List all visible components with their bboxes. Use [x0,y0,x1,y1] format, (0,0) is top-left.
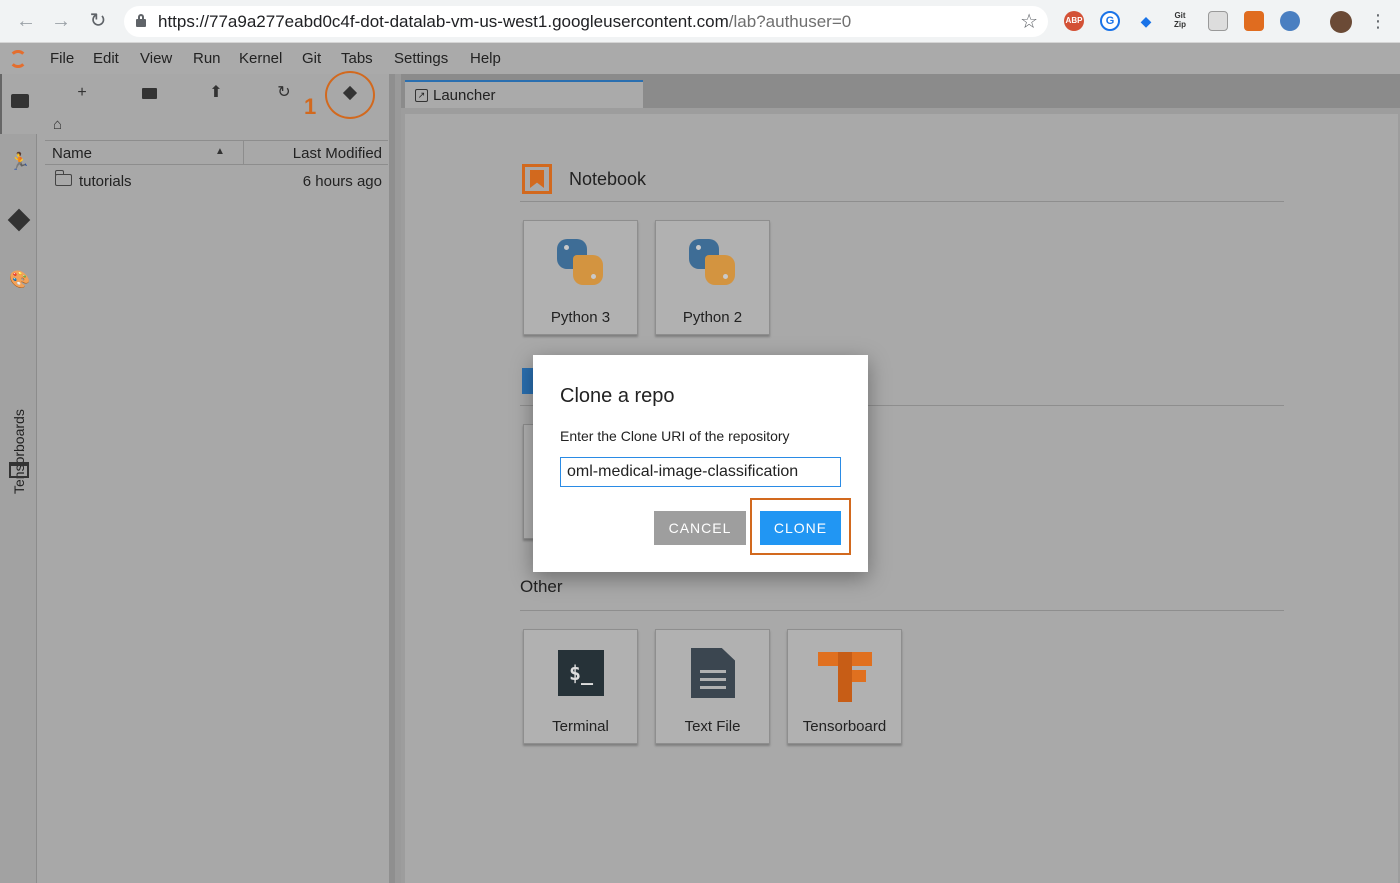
refresh-button[interactable]: ↻ [272,82,296,104]
back-icon[interactable]: ← [14,9,38,33]
column-modified-header[interactable]: Last Modified [293,145,382,162]
url-path: /lab?authuser=0 [728,12,852,31]
url-host: https://77a9a277eabd0c4f-dot-datalab-vm-… [158,12,729,31]
tensorflow-icon [818,644,872,702]
python-logo-lower [573,255,603,285]
lock-icon [136,14,146,27]
palette-icon[interactable]: 🎨 [9,270,30,290]
launcher-icon: ↗ [415,89,428,102]
menu-tabs[interactable]: Tabs [341,50,373,67]
card-label: Python 3 [550,309,611,326]
upload-button[interactable]: ⬆ [204,82,228,104]
launcher-card-python3[interactable]: Python 3 [523,220,638,335]
menu-file[interactable]: File [50,50,74,67]
column-divider[interactable] [243,141,244,165]
new-launcher-button[interactable]: + [70,82,94,104]
tab-launcher[interactable]: ↗ Launcher [405,80,643,108]
side-tab-files[interactable] [0,74,37,134]
folder-icon [11,94,29,108]
window-shape [9,462,29,478]
git-icon[interactable] [7,208,31,232]
side-tab-tensorboards[interactable]: Tensorboards [11,409,27,494]
grammarly-extension-icon[interactable]: G [1100,11,1120,31]
column-name-header[interactable]: Name [52,145,92,162]
git-zip-extension-icon[interactable]: Git Zip [1170,11,1190,31]
menu-git[interactable]: Git [302,50,321,67]
address-bar[interactable]: https://77a9a277eabd0c4f-dot-datalab-vm-… [124,6,1048,37]
profile-avatar[interactable] [1330,11,1352,33]
file-browser-panel: + ⬆ ↻ 1 ⌂ Name ▲ Last Modified tutorials… [37,71,395,883]
forward-icon[interactable]: → [49,9,73,33]
cancel-button[interactable]: CANCEL [654,511,746,545]
git-diamond-shape [7,208,31,232]
notebook-section-icon [522,164,552,194]
menu-view[interactable]: View [140,50,172,67]
tab-strip: ↗ Launcher [401,74,1400,108]
menu-help[interactable]: Help [470,50,501,67]
file-modified: 6 hours ago [302,173,382,190]
menu-edit[interactable]: Edit [93,50,119,67]
notebook-section-title: Notebook [569,169,647,189]
annotation-circle [325,71,375,119]
menu-kernel[interactable]: Kernel [239,50,282,67]
dialog-title: Clone a repo [560,385,675,407]
launcher-card-tensorboard[interactable]: Tensorboard [787,629,902,744]
menu-settings[interactable]: Settings [394,50,448,67]
new-folder-button[interactable] [137,82,161,104]
annotation-highlight-box [750,498,851,555]
jupyter-logo-icon [9,50,27,68]
launcher-card-text-file[interactable]: Text File [655,629,770,744]
reload-icon[interactable]: ↻ [86,9,110,33]
sort-ascending-icon[interactable]: ▲ [215,146,225,157]
bookmark-star-icon[interactable]: ☆ [1020,9,1038,34]
card-label: Text File [684,718,741,735]
jupyter-menubar: File Edit View Run Kernel Git Tabs Setti… [0,43,1400,74]
browser-menu-icon[interactable]: ⋮ [1366,9,1390,33]
home-breadcrumb-icon[interactable]: ⌂ [53,116,62,133]
file-name[interactable]: tutorials [79,173,132,190]
card-label: Python 2 [682,309,743,326]
extension-icon[interactable] [1280,11,1300,31]
browser-toolbar: ← → ↻ https://77a9a277eabd0c4f-dot-datal… [0,0,1400,43]
running-icon[interactable]: 🏃 [9,152,30,172]
adblock-extension-icon[interactable]: ABP [1064,11,1084,31]
launcher-card-terminal[interactable]: $_ Terminal [523,629,638,744]
tab-launcher-label: Launcher [433,87,496,104]
terminal-icon: $_ [558,650,604,696]
file-list-row[interactable]: tutorials 6 hours ago [45,169,388,193]
extension-icon[interactable]: ◆ [1136,11,1156,31]
launcher-card-python2[interactable]: Python 2 [655,220,770,335]
python-logo-lower [705,255,735,285]
file-list-header: Name ▲ Last Modified [45,140,388,165]
tabs-icon[interactable] [9,460,29,480]
section-divider [520,610,1284,611]
other-section-title: Other [520,577,563,596]
card-label: Tensorboard [802,718,887,735]
extension-icon[interactable] [1244,11,1264,31]
dialog-label: Enter the Clone URI of the repository [560,428,790,444]
clone-uri-input[interactable] [560,457,841,487]
folder-icon [54,170,72,186]
left-sidebar: 🏃 🎨 Tensorboards [0,74,37,883]
text-file-icon [691,648,735,698]
new-folder-icon [141,88,157,99]
url-text: https://77a9a277eabd0c4f-dot-datalab-vm-… [158,12,851,32]
section-divider [520,201,1284,202]
menu-run[interactable]: Run [193,50,221,67]
card-label: Terminal [552,718,609,735]
screenshot-extension-icon[interactable] [1208,11,1228,31]
annotation-step-number: 1 [304,94,317,119]
